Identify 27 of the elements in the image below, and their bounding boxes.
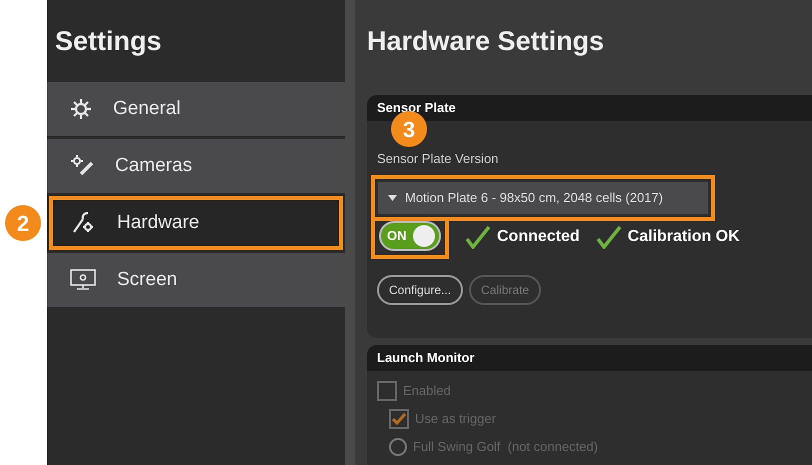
field-label: Sensor Plate Version (377, 150, 500, 168)
status-text: Calibration OK (628, 226, 740, 246)
toggle-thumb (413, 224, 435, 246)
sidebar-item[interactable]: Screen (47, 253, 345, 307)
panel-button[interactable]: Configure... (377, 274, 464, 304)
sidebar-item-label: Hardware (117, 210, 200, 235)
sidebar-item-label: General (113, 96, 181, 121)
gear-and-tool-icon (69, 154, 95, 178)
page-title: Hardware Settings (367, 24, 604, 58)
annotation-badge: 2 (5, 205, 41, 241)
option-label: Use as trigger (415, 410, 496, 428)
sidebar-item[interactable]: Cameras (47, 139, 345, 193)
sidebar-item[interactable]: General (47, 82, 345, 136)
gear-icon (69, 97, 93, 121)
toggle-label: ON (386, 226, 406, 245)
monitor-icon (69, 268, 97, 292)
sidebar-item-label: Screen (117, 268, 178, 292)
status-text: Connected (497, 226, 580, 246)
caret-icon (388, 194, 397, 200)
sidebar-title: Settings (55, 24, 162, 58)
sidebar-item-label: Cameras (115, 154, 192, 178)
option-label: Enabled (403, 382, 451, 400)
option-label: Full Swing Golf (not connected) (413, 438, 598, 456)
sidebar-item[interactable]: Hardware (49, 196, 343, 250)
annotation-badge: 3 (391, 111, 427, 147)
version-dropdown[interactable]: Motion Plate 6 - 98x50 cm, 2048 cells (2017) (378, 182, 708, 214)
panel-title: Launch Monitor (377, 349, 474, 368)
